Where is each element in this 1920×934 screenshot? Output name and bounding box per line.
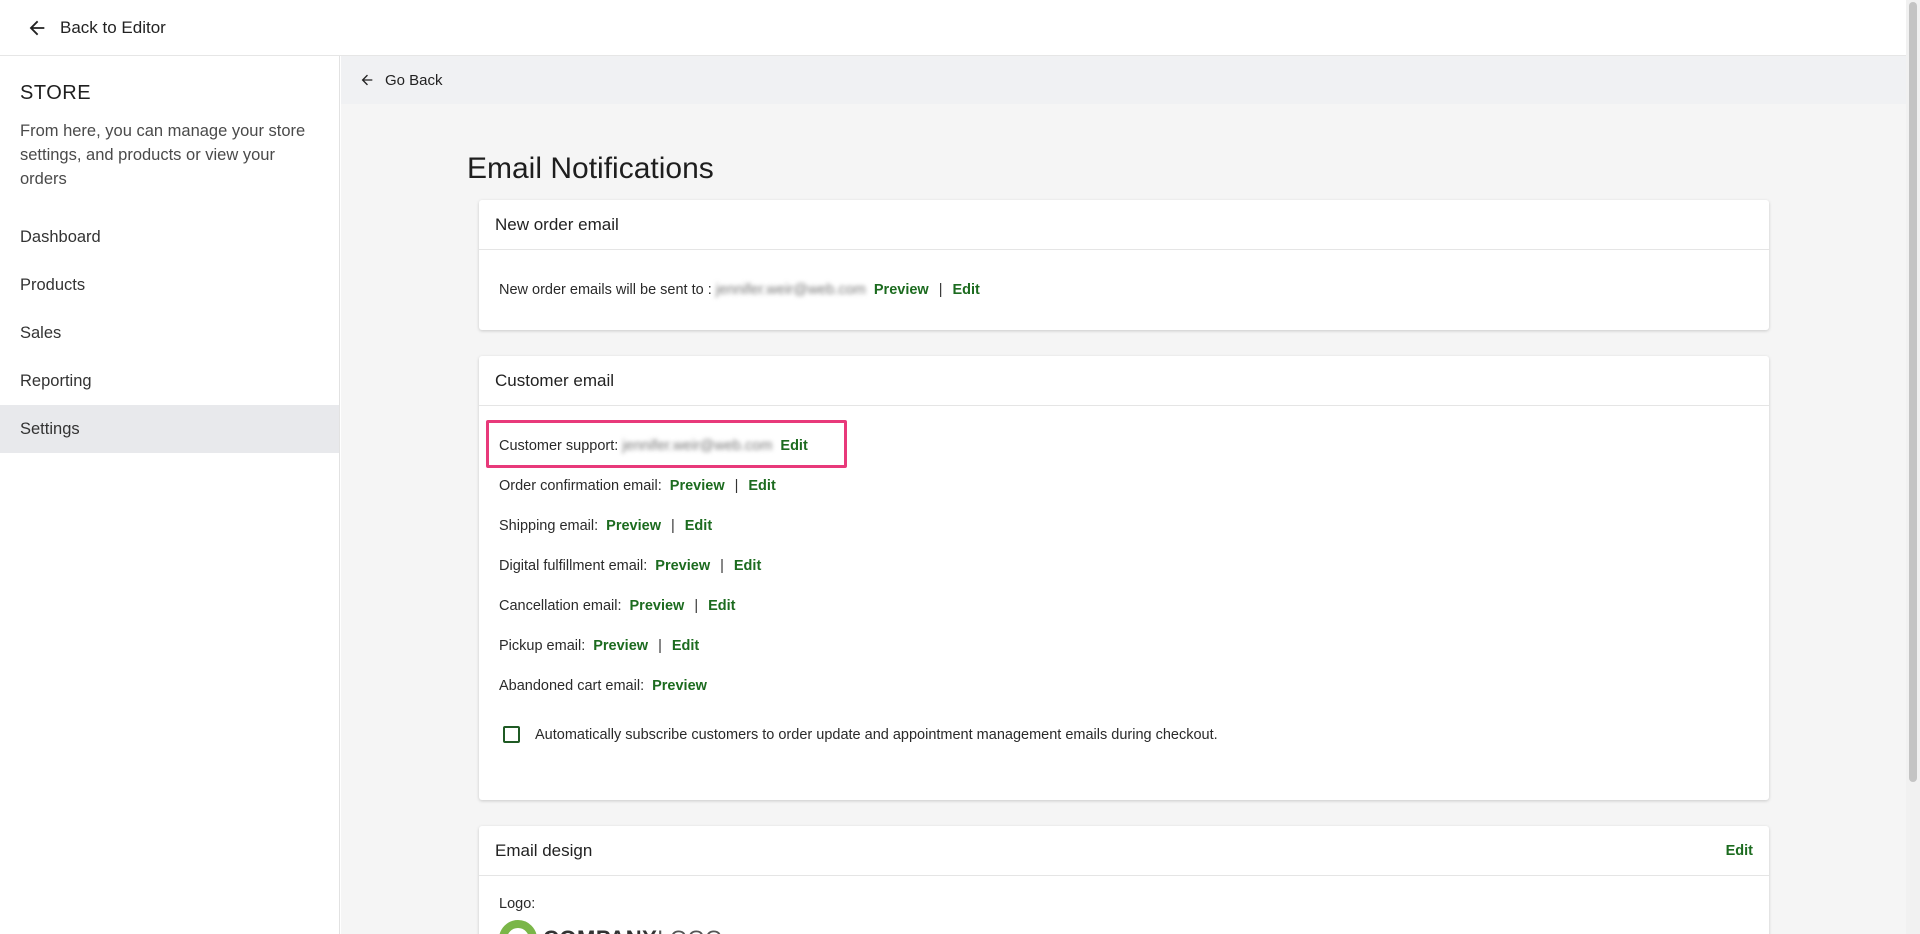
email-design-body: Logo: COMPANYLOGO [479, 876, 1769, 934]
customer-support-row: Customer support: jennifer.weir@web.com … [499, 426, 1749, 466]
shipping-label: Shipping email: [499, 518, 599, 534]
shipping-row: Shipping email: Preview | Edit [499, 506, 1749, 546]
cancellation-preview-link[interactable]: Preview [630, 598, 685, 614]
separator: | [720, 558, 724, 574]
auto-subscribe-checkbox[interactable] [503, 726, 520, 743]
top-bar: Back to Editor [0, 0, 1906, 56]
new-order-row: New order emails will be sent to : jenni… [499, 250, 1749, 330]
pickup-edit-link[interactable]: Edit [672, 638, 699, 654]
scrollbar-thumb[interactable] [1909, 2, 1917, 782]
main-content: Email Notifications New order email New … [341, 104, 1906, 934]
sidebar-item-reporting[interactable]: Reporting [0, 357, 339, 405]
separator: | [670, 518, 675, 534]
order-confirmation-preview-link[interactable]: Preview [670, 478, 725, 494]
store-title: STORE [20, 82, 92, 104]
logo-wordmark: COMPANYLOGO [543, 926, 723, 934]
new-order-sent-to-label: New order emails will be sent to : [499, 282, 712, 298]
new-order-email-header: New order email [479, 200, 1769, 250]
pickup-preview-link[interactable]: Preview [593, 638, 648, 654]
email-design-header: Email design Edit [479, 826, 1769, 876]
back-to-editor-button[interactable]: Back to Editor [26, 17, 166, 39]
cancellation-edit-link[interactable]: Edit [708, 598, 735, 614]
order-confirmation-label: Order confirmation email: [499, 478, 662, 494]
new-order-email-card: New order email New order emails will be… [479, 200, 1769, 330]
new-order-email-address: jennifer.weir@web.com [715, 282, 866, 298]
customer-support-email: jennifer.weir@web.com [622, 438, 773, 454]
arrow-left-icon [361, 74, 373, 86]
back-to-editor-label: Back to Editor [60, 17, 166, 37]
email-design-title: Email design [495, 840, 593, 860]
cancellation-label: Cancellation email: [499, 598, 622, 614]
logo-word-thin: LOGO [657, 926, 723, 934]
email-design-edit-link[interactable]: Edit [1726, 843, 1753, 859]
digital-fulfillment-edit-link[interactable]: Edit [734, 558, 761, 574]
sidebar-item-sales[interactable]: Sales [0, 309, 339, 357]
go-back-button[interactable]: Go Back [359, 72, 443, 89]
page-title: Email Notifications [467, 152, 714, 185]
separator: | [658, 638, 662, 654]
shipping-edit-link[interactable]: Edit [685, 518, 712, 534]
company-logo: COMPANYLOGO [499, 920, 1749, 934]
abandoned-cart-preview-link[interactable]: Preview [652, 678, 707, 694]
new-order-email-body: New order emails will be sent to : jenni… [479, 250, 1769, 330]
logo-word-bold: COMPANY [543, 926, 657, 934]
email-design-card: Email design Edit Logo: COMPANYLOGO [479, 826, 1769, 934]
sidebar-item-products[interactable]: Products [0, 261, 339, 309]
separator: | [734, 478, 739, 494]
order-confirmation-row: Order confirmation email: Preview | Edit [499, 466, 1749, 506]
sub-bar: Go Back [341, 56, 1906, 104]
customer-email-card: Customer email Customer support: jennife… [479, 356, 1769, 800]
go-back-label: Go Back [385, 71, 443, 89]
arrow-left-icon [29, 20, 45, 35]
cancellation-row: Cancellation email: Preview | Edit [499, 586, 1749, 626]
digital-fulfillment-row: Digital fulfillment email: Preview | Edi… [499, 546, 1749, 586]
customer-email-body: Customer support: jennifer.weir@web.com … [479, 406, 1769, 743]
logo-ring-icon [499, 920, 537, 934]
digital-fulfillment-preview-link[interactable]: Preview [655, 558, 710, 574]
sidebar: STORE From here, you can manage your sto… [0, 56, 340, 934]
page-scrollbar[interactable] [1906, 0, 1920, 934]
abandoned-cart-label: Abandoned cart email: [499, 678, 645, 694]
separator: | [938, 282, 943, 298]
sidebar-item-settings[interactable]: Settings [0, 405, 339, 453]
abandoned-cart-row: Abandoned cart email: Preview [499, 666, 1749, 706]
sidebar-nav: Dashboard Products Sales Reporting Setti… [0, 213, 339, 453]
auto-subscribe-row: Automatically subscribe customers to ord… [499, 726, 1749, 743]
sidebar-item-dashboard[interactable]: Dashboard [0, 213, 339, 261]
new-order-edit-link[interactable]: Edit [952, 282, 979, 298]
separator: | [694, 598, 699, 614]
customer-support-edit-link[interactable]: Edit [780, 438, 807, 454]
customer-email-header: Customer email [479, 356, 1769, 406]
pickup-label: Pickup email: [499, 638, 586, 654]
new-order-preview-link[interactable]: Preview [874, 282, 929, 298]
digital-fulfillment-label: Digital fulfillment email: [499, 558, 648, 574]
logo-label: Logo: [499, 896, 536, 912]
customer-support-label: Customer support: [499, 438, 619, 454]
store-description: From here, you can manage your store set… [20, 122, 306, 188]
auto-subscribe-label: Automatically subscribe customers to ord… [535, 726, 1218, 743]
pickup-row: Pickup email: Preview | Edit [499, 626, 1749, 666]
shipping-preview-link[interactable]: Preview [606, 518, 661, 534]
order-confirmation-edit-link[interactable]: Edit [748, 478, 775, 494]
customer-email-title: Customer email [495, 370, 615, 390]
new-order-email-title: New order email [495, 214, 619, 234]
